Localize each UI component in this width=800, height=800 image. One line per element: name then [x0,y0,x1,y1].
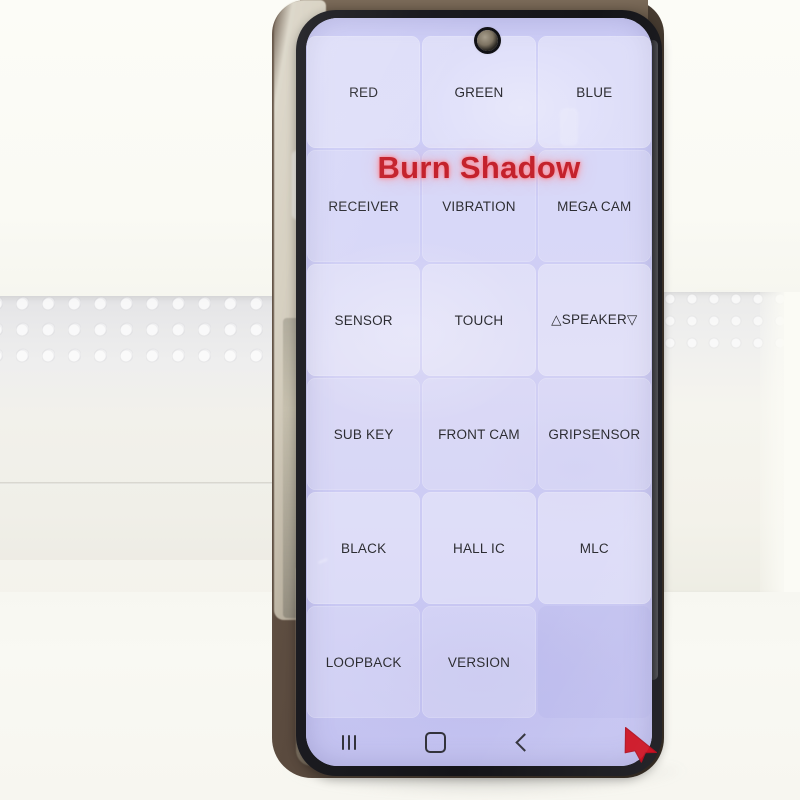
grid-button-hall-ic[interactable]: HALL IC [422,492,536,604]
grid-button-sub-key[interactable]: SUB KEY [307,378,421,490]
grid-button-empty [537,606,651,718]
foam-seam [0,482,310,485]
grid-button-label: MLC [579,540,609,556]
red-arrow-cursor-icon [624,726,657,763]
grid-button-label: BLUE [576,84,613,100]
grid-button-red[interactable]: RED [307,36,421,148]
grid-button-version[interactable]: VERSION [422,606,536,718]
grid-button-touch[interactable]: TOUCH [422,264,536,376]
grid-button-green[interactable]: GREEN [422,36,536,148]
grid-button-label: GREEN [454,84,504,100]
grid-button-label: △SPEAKER▽ [551,312,638,327]
grid-button-black[interactable]: BLACK [307,492,421,604]
grid-button-label: VERSION [447,654,511,670]
recents-icon [342,734,357,750]
grid-button-label: HALL IC [453,540,505,556]
grid-button-label: RED [349,84,379,100]
grid-button-sensor[interactable]: SENSOR [307,264,421,376]
grid-button-label: SENSOR [334,312,393,328]
burn-shadow-text: Burn Shadow [377,150,581,185]
grid-button-mlc[interactable]: MLC [537,492,651,604]
grid-button-label: MEGA CAM [557,198,632,214]
grid-button-label: VIBRATION [442,198,516,214]
grid-button-label: TOUCH [454,312,504,328]
grid-button-label: BLACK [341,540,387,556]
grid-button-front-cam[interactable]: FRONT CAM [422,378,536,490]
home-icon [425,731,447,753]
nav-back-button[interactable] [479,732,566,752]
nav-home-button[interactable] [393,731,480,753]
back-icon [515,732,534,752]
punch-hole-camera-icon [477,30,498,51]
grid-button-speaker[interactable]: △SPEAKER▽ [537,264,651,376]
photo-scene: RED GREEN BLUE RECEIVER VIBRATION MEGA C… [0,0,800,800]
grid-button-label: SUB KEY [333,426,394,442]
grid-button-label: LOOPBACK [325,654,402,670]
grid-button-loopback[interactable]: LOOPBACK [307,606,421,718]
foam-block-left [0,296,310,596]
display-test-grid: RED GREEN BLUE RECEIVER VIBRATION MEGA C… [306,35,652,719]
android-navigation-bar [306,722,652,762]
foam-bead-texture [0,296,310,368]
grid-button-blue[interactable]: BLUE [537,36,651,148]
grid-button-label: FRONT CAM [438,426,520,442]
nav-recents-button[interactable] [306,734,393,750]
foam-right-falloff [760,292,800,592]
grid-button-label: RECEIVER [328,198,399,214]
grid-button-label: GRIPSENSOR [548,426,641,442]
grid-button-gripsensor[interactable]: GRIPSENSOR [537,378,651,490]
